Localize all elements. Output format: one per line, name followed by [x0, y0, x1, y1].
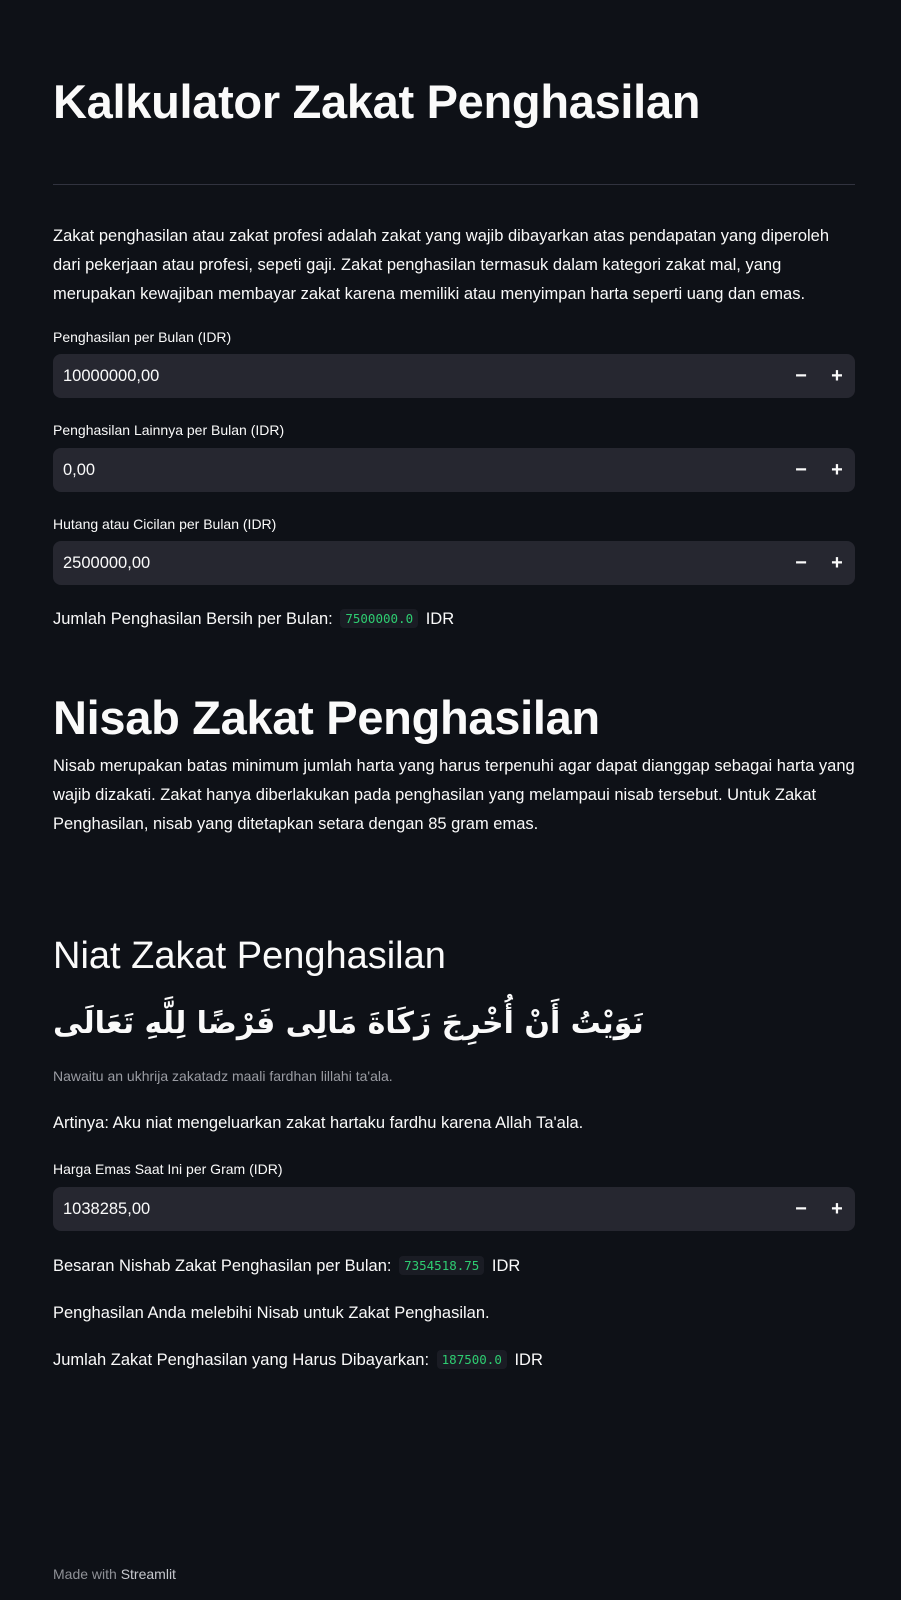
- streamlit-link[interactable]: Streamlit: [121, 1566, 176, 1582]
- zakat-result-label: Jumlah Zakat Penghasilan yang Harus Diba…: [53, 1351, 430, 1369]
- niat-meaning: Artinya: Aku niat mengeluarkan zakat har…: [53, 1114, 584, 1132]
- other-income-label: Penghasilan Lainnya per Bulan (IDR): [53, 422, 285, 438]
- debt-number-input: − +: [53, 541, 855, 585]
- other-income-number-input: − +: [53, 448, 855, 492]
- other-income-increment-button[interactable]: +: [819, 448, 855, 492]
- nisab-status-text: Penghasilan Anda melebihi Nisab untuk Za…: [53, 1304, 490, 1322]
- footer: Made with Streamlit: [53, 1566, 176, 1582]
- niat-heading: Niat Zakat Penghasilan: [53, 935, 446, 977]
- net-income-value: 7500000.0: [340, 609, 419, 628]
- footer-prefix: Made with: [53, 1566, 117, 1582]
- zakat-result-line: Jumlah Zakat Penghasilan yang Harus Diba…: [53, 1347, 543, 1374]
- nisab-paragraph: Nisab merupakan batas minimum jumlah har…: [53, 757, 855, 833]
- income-number-input: − +: [53, 354, 855, 398]
- gold-price-label: Harga Emas Saat Ini per Gram (IDR): [53, 1161, 283, 1177]
- other-income-input[interactable]: [53, 448, 783, 492]
- gold-price-decrement-button[interactable]: −: [783, 1187, 819, 1231]
- nishab-result-unit: IDR: [491, 1257, 521, 1275]
- net-income-line: Jumlah Penghasilan Bersih per Bulan: 750…: [53, 606, 454, 633]
- net-income-label: Jumlah Penghasilan Bersih per Bulan:: [53, 610, 333, 628]
- income-input[interactable]: [53, 354, 783, 398]
- nisab-heading: Nisab Zakat Penghasilan: [53, 691, 600, 744]
- intro-paragraph: Zakat penghasilan atau zakat profesi ada…: [53, 227, 830, 303]
- debt-decrement-button[interactable]: −: [783, 541, 819, 585]
- nishab-result-label: Besaran Nishab Zakat Penghasilan per Bul…: [53, 1257, 392, 1275]
- zakat-result-value: 187500.0: [436, 1350, 507, 1369]
- debt-input[interactable]: [53, 541, 783, 585]
- nishab-result-value: 7354518.75: [399, 1256, 485, 1275]
- page-title: Kalkulator Zakat Penghasilan: [53, 75, 701, 128]
- other-income-decrement-button[interactable]: −: [783, 448, 819, 492]
- niat-transliteration: Nawaitu an ukhrija zakatadz maali fardha…: [53, 1068, 393, 1084]
- gold-price-input[interactable]: [53, 1187, 783, 1231]
- income-increment-button[interactable]: +: [819, 354, 855, 398]
- debt-increment-button[interactable]: +: [819, 541, 855, 585]
- divider: [53, 184, 855, 185]
- gold-price-increment-button[interactable]: +: [819, 1187, 855, 1231]
- gold-price-number-input: − +: [53, 1187, 855, 1231]
- income-label: Penghasilan per Bulan (IDR): [53, 329, 232, 345]
- income-decrement-button[interactable]: −: [783, 354, 819, 398]
- debt-label: Hutang atau Cicilan per Bulan (IDR): [53, 516, 277, 532]
- niat-arabic-text: نَوَيْتُ أَنْ أُخْرِجَ زَكَاةَ مَالِى فَ…: [53, 1006, 644, 1041]
- zakat-result-unit: IDR: [514, 1351, 543, 1369]
- nishab-result-line: Besaran Nishab Zakat Penghasilan per Bul…: [53, 1253, 520, 1280]
- net-income-unit: IDR: [425, 610, 455, 628]
